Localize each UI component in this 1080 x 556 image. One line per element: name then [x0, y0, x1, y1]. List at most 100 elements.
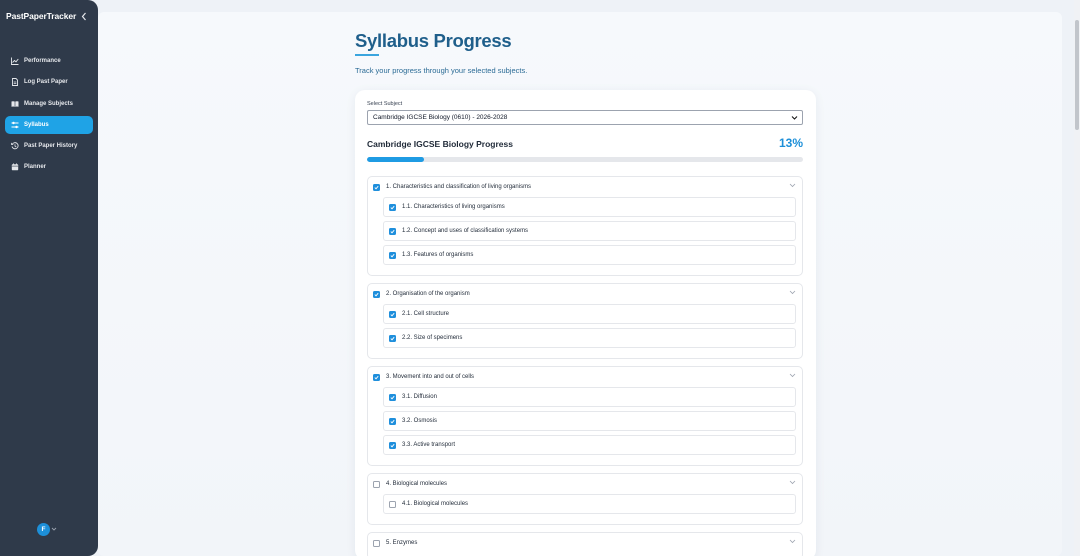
subtopic-checkbox[interactable] [389, 500, 396, 508]
check-icon [390, 229, 395, 233]
subtopic-item[interactable]: 4.1. Biological molecules [383, 494, 796, 514]
check-icon [390, 395, 395, 399]
title-underline [355, 54, 379, 56]
subtopic-item[interactable]: 1.3. Features of organisms [383, 245, 796, 265]
topic-item: 5. Enzymes [367, 532, 803, 556]
brand-name: PastPaperTracker [6, 11, 77, 21]
chevron-left-icon [81, 12, 86, 20]
topic-checkbox[interactable] [373, 539, 380, 547]
topic-header[interactable]: 4. Biological molecules [368, 474, 802, 494]
sidebar-item-label: Log Past Paper [24, 79, 68, 86]
check-icon [374, 185, 379, 189]
subtopic-label: 2.1. Cell structure [402, 311, 450, 317]
subtopic-label: 3.2. Osmosis [402, 418, 438, 424]
check-icon [390, 336, 395, 340]
sidebar-nav: Performance Log Past Paper Manage Subjects… [5, 52, 93, 180]
subtopic-item[interactable]: 2.1. Cell structure [383, 304, 796, 324]
topic-header[interactable]: 3. Movement into and out of cells [368, 367, 802, 387]
check-icon [390, 419, 395, 423]
subject-select-label: Select Subject [367, 101, 403, 107]
sidebar-item-label: Performance [24, 58, 61, 64]
sliders-icon [11, 121, 19, 129]
topic-item: 2. Organisation of the organism 2.1. Cell… [367, 283, 803, 359]
check-icon [374, 292, 379, 296]
chevron-down-icon [791, 114, 798, 123]
progress-bar [367, 157, 803, 162]
sidebar-item-label: Past Paper History [24, 143, 78, 150]
check-icon [374, 375, 379, 379]
sidebar-item-syllabus[interactable]: Syllabus [5, 115, 93, 134]
sidebar-item-log-past-paper[interactable]: Log Past Paper [5, 73, 93, 91]
subject-select[interactable]: Cambridge IGCSE Biology (0610) - 2026-20… [367, 110, 803, 125]
topic-item: 1. Characteristics and classification of… [367, 176, 803, 276]
calendar-icon [11, 163, 19, 171]
subtopic-item[interactable]: 2.2. Size of specimens [383, 328, 796, 348]
subtopic-item[interactable]: 3.3. Active transport [383, 435, 796, 455]
subtopic-item[interactable]: 3.1. Diffusion [383, 387, 796, 407]
topic-header[interactable]: 2. Organisation of the organism [368, 284, 802, 304]
sidebar-item-label: Syllabus [24, 121, 49, 128]
subtopic-checkbox[interactable] [389, 227, 396, 235]
sidebar-item-performance[interactable]: Performance [5, 52, 93, 70]
subtopic-label: 1.2. Concept and uses of classification … [402, 228, 529, 234]
avatar[interactable]: F [37, 522, 50, 536]
topic-header[interactable]: 5. Enzymes [368, 533, 802, 553]
chevron-down-icon[interactable] [789, 183, 796, 190]
sidebar-item-label: Manage Subjects [24, 100, 74, 107]
subtopic-label: 2.2. Size of specimens [402, 335, 463, 341]
check-icon [390, 205, 395, 209]
subtopic-checkbox[interactable] [389, 441, 396, 449]
topic-list: 1. Characteristics and classification of… [367, 176, 803, 556]
topic-label: 1. Characteristics and classification of… [386, 184, 532, 190]
subtopic-checkbox[interactable] [389, 417, 396, 425]
book-icon [11, 100, 19, 108]
subtopic-item[interactable]: 1.2. Concept and uses of classification … [383, 221, 796, 241]
topic-checkbox[interactable] [373, 290, 380, 298]
subtopic-item[interactable]: 1.1. Characteristics of living organisms [383, 197, 796, 217]
check-icon [390, 312, 395, 316]
subtopic-item[interactable]: 3.2. Osmosis [383, 411, 796, 431]
user-menu[interactable]: F [37, 522, 61, 536]
topic-label: 2. Organisation of the organism [386, 291, 470, 297]
topic-item: 4. Biological molecules 4.1. Biological m… [367, 473, 803, 525]
subtopic-checkbox[interactable] [389, 251, 396, 259]
chevron-down-icon[interactable] [789, 539, 796, 546]
chevron-down-icon [51, 527, 57, 531]
topic-checkbox[interactable] [373, 480, 380, 488]
chart-line-icon [11, 57, 19, 65]
subtopic-checkbox[interactable] [389, 393, 396, 401]
history-icon [11, 142, 19, 150]
topic-label: 4. Biological molecules [386, 481, 448, 487]
document-icon [11, 78, 19, 87]
subtopic-label: 3.1. Diffusion [402, 394, 437, 400]
syllabus-card: Select Subject Cambridge IGCSE Biology (… [355, 90, 816, 556]
progress-percent: 13% [778, 136, 803, 150]
topic-label: 3. Movement into and out of cells [386, 374, 475, 380]
scrollbar-thumb[interactable] [1075, 20, 1079, 130]
sidebar: PastPaperTracker Performance Log Past Pap… [0, 0, 98, 556]
topic-item: 3. Movement into and out of cells 3.1. Di… [367, 366, 803, 466]
sidebar-item-manage-subjects[interactable]: Manage Subjects [5, 95, 93, 113]
collapse-sidebar-button[interactable] [79, 10, 88, 22]
subtopic-checkbox[interactable] [389, 310, 396, 318]
page-scrollbar[interactable] [1074, 0, 1080, 556]
check-icon [390, 443, 395, 447]
subtopic-label: 1.1. Characteristics of living organisms [402, 204, 505, 210]
page-subtitle: Track your progress through your selecte… [355, 66, 528, 75]
subtopic-checkbox[interactable] [389, 203, 396, 211]
progress-bar-fill [367, 157, 424, 162]
sidebar-item-planner[interactable]: Planner [5, 158, 93, 176]
chevron-down-icon[interactable] [789, 290, 796, 297]
subtopic-label: 4.1. Biological molecules [402, 501, 469, 507]
chevron-down-icon[interactable] [789, 373, 796, 380]
sidebar-item-label: Planner [24, 164, 47, 171]
sidebar-item-past-paper-history[interactable]: Past Paper History [5, 137, 93, 155]
topic-header[interactable]: 1. Characteristics and classification of… [368, 177, 802, 197]
progress-title: Cambridge IGCSE Biology Progress [367, 139, 513, 149]
subject-select-value: Cambridge IGCSE Biology (0610) - 2026-20… [373, 114, 508, 121]
subtopic-checkbox[interactable] [389, 334, 396, 342]
page-title: Syllabus Progress [355, 30, 512, 51]
topic-checkbox[interactable] [373, 373, 380, 381]
chevron-down-icon[interactable] [789, 480, 796, 487]
topic-checkbox[interactable] [373, 183, 380, 191]
